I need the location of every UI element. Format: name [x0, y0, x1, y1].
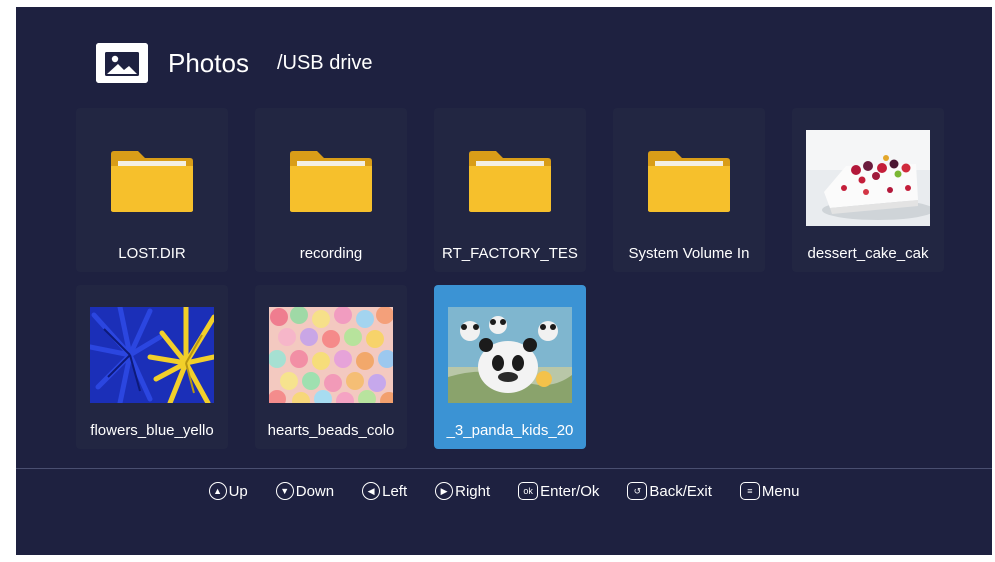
file-grid: LOST.DIR recording RT_FACTORY_TES System… — [76, 108, 956, 458]
hint-back: ↺ Back/Exit — [627, 482, 712, 500]
hint-enter: ok Enter/Ok — [518, 482, 599, 500]
tile-label: _3_panda_kids_20 — [446, 422, 574, 439]
tile-label: System Volume In — [628, 245, 750, 262]
folder-tile-system-volume[interactable]: System Volume In — [613, 108, 765, 272]
panda-thumbnail — [448, 307, 572, 403]
tile-label: flowers_blue_yello — [90, 422, 214, 439]
right-icon: ▶ — [435, 482, 454, 500]
tile-label: LOST.DIR — [118, 245, 186, 262]
image-tile-panda-kids[interactable]: _3_panda_kids_20 — [434, 285, 586, 449]
tile-label: recording — [299, 245, 363, 262]
hearts-beads-thumbnail — [269, 307, 393, 403]
up-icon: ▲ — [208, 482, 227, 500]
page-title: Photos — [168, 47, 249, 78]
folder-tile-lost-dir[interactable]: LOST.DIR — [76, 108, 228, 272]
remote-control-hints: ▲ Up ▼ Down ◀ Left ▶ Right ok Enter/Ok ↺… — [16, 482, 992, 500]
folder-tile-rt-factory[interactable]: RT_FACTORY_TES — [434, 108, 586, 272]
ok-icon: ok — [518, 482, 539, 500]
hint-label: Left — [382, 482, 408, 500]
hint-menu: ≡ Menu — [739, 482, 800, 500]
tile-label: RT_FACTORY_TES — [442, 245, 578, 262]
hint-label: Down — [295, 482, 335, 500]
hint-up: ▲ Up — [208, 482, 248, 500]
tile-label: hearts_beads_colo — [267, 422, 395, 439]
breadcrumb-path: /USB drive — [276, 51, 373, 74]
header: Photos /USB drive — [96, 43, 373, 83]
hint-label: Right — [455, 482, 491, 500]
back-icon: ↺ — [627, 482, 648, 500]
tile-label: dessert_cake_cak — [807, 245, 929, 262]
folder-icon — [111, 151, 193, 212]
down-icon: ▼ — [275, 482, 294, 500]
divider — [16, 468, 992, 469]
folder-icon — [290, 151, 372, 212]
menu-icon: ≡ — [739, 482, 760, 500]
hint-right: ▶ Right — [435, 482, 490, 500]
photo-browser-screen: Photos /USB drive LOST.DIR recording RT_… — [16, 7, 992, 555]
hint-left: ◀ Left — [362, 482, 407, 500]
folder-icon — [648, 151, 730, 212]
image-tile-hearts-beads[interactable]: hearts_beads_colo — [255, 285, 407, 449]
image-tile-dessert-cake[interactable]: dessert_cake_cak — [792, 108, 944, 272]
flowers-thumbnail — [90, 307, 214, 403]
folder-icon — [469, 151, 551, 212]
hint-label: Enter/Ok — [540, 482, 600, 500]
left-icon: ◀ — [362, 482, 381, 500]
hint-label: Back/Exit — [649, 482, 712, 500]
dessert-cake-thumbnail — [806, 130, 930, 226]
image-tile-flowers[interactable]: flowers_blue_yello — [76, 285, 228, 449]
folder-tile-recording[interactable]: recording — [255, 108, 407, 272]
hint-label: Up — [228, 482, 248, 500]
photo-icon — [96, 43, 148, 83]
hint-down: ▼ Down — [275, 482, 335, 500]
hint-label: Menu — [761, 482, 800, 500]
